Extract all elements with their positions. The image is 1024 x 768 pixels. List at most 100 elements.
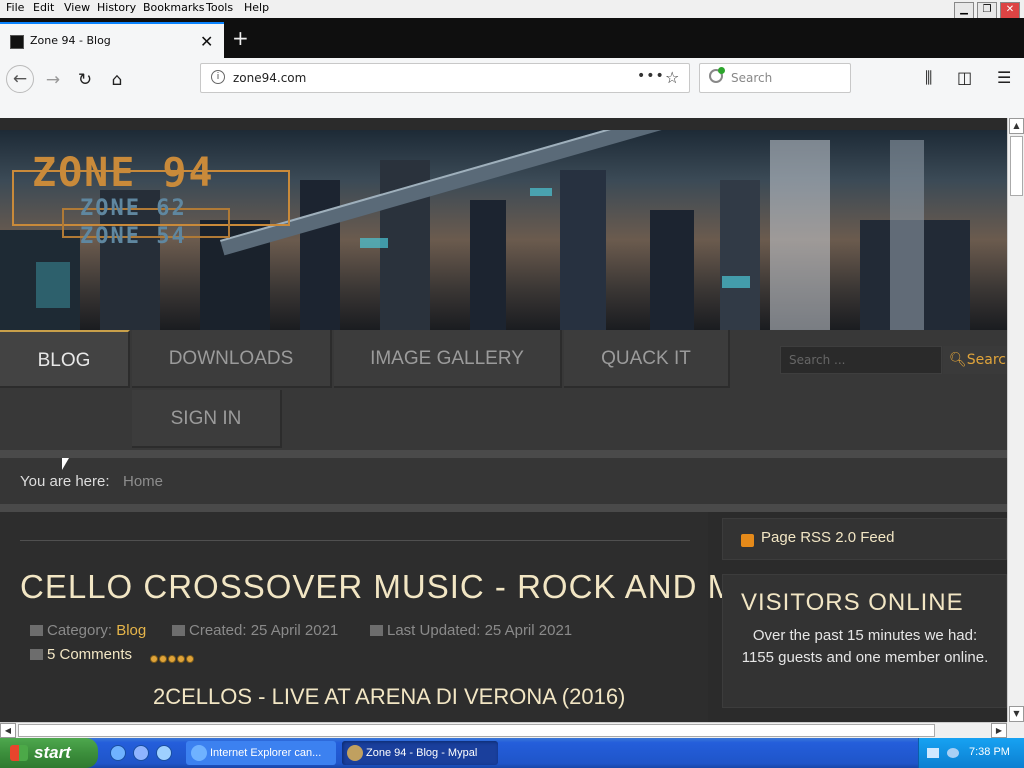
browser-search-box[interactable]: Search: [699, 63, 851, 93]
article-updated: Last Updated: 25 April 2021: [370, 622, 572, 639]
breadcrumb: You are here: Home: [0, 458, 1007, 504]
logo-zone-62: ZONE 62: [80, 196, 187, 221]
scrollbar-corner: [1007, 722, 1024, 738]
volume-tray-icon[interactable]: [947, 748, 959, 758]
mypal-icon: [347, 745, 363, 761]
site-info-icon[interactable]: i: [211, 70, 225, 84]
vertical-scrollbar[interactable]: ▲ ▼: [1007, 118, 1024, 722]
rss-feed-link[interactable]: Page RSS 2.0 Feed: [761, 529, 894, 546]
rss-feed-module: Page RSS 2.0 Feed: [722, 518, 1007, 560]
menu-edit[interactable]: Edit: [33, 1, 54, 14]
url-text[interactable]: zone94.com: [233, 71, 306, 85]
nav-image-gallery[interactable]: IMAGE GALLERY: [334, 330, 562, 388]
task-mypal[interactable]: Zone 94 - Blog - Mypal: [342, 741, 498, 765]
menu-bookmarks[interactable]: Bookmarks: [143, 1, 204, 14]
menu-file[interactable]: File: [6, 1, 24, 14]
scroll-right-arrow-icon[interactable]: ▶: [991, 723, 1007, 738]
horizontal-scroll-thumb[interactable]: [18, 724, 935, 737]
menu-help[interactable]: Help: [244, 1, 269, 14]
calendar-icon: [172, 625, 185, 636]
new-tab-button[interactable]: +: [232, 28, 249, 48]
site-search-input[interactable]: Search ...: [780, 346, 942, 374]
forward-button[interactable]: →: [40, 67, 66, 93]
reload-button[interactable]: ↻: [72, 67, 98, 93]
site-logo[interactable]: ZONE 94: [32, 150, 215, 196]
article-subtitle: 2CELLOS - LIVE AT ARENA DI VERONA (2016): [153, 684, 626, 709]
banner-building: [300, 180, 340, 330]
start-button[interactable]: start: [0, 738, 98, 768]
library-icon[interactable]: ⫼: [925, 68, 932, 88]
banner-glow: [530, 188, 552, 196]
logo-zone-54: ZONE 54: [80, 224, 187, 249]
calendar-edit-icon: [370, 625, 383, 636]
nav-quack-it[interactable]: QUACK IT: [564, 330, 730, 388]
divider: [0, 504, 1007, 512]
menu-tools[interactable]: Tools: [206, 1, 233, 14]
banner-glow: [360, 238, 388, 248]
browser-quicklaunch-icon[interactable]: [156, 745, 172, 761]
divider: [0, 450, 1007, 458]
sidebar-toggle-icon[interactable]: ◫: [957, 68, 972, 87]
scroll-left-arrow-icon[interactable]: ◀: [0, 723, 16, 738]
site-banner-image: ZONE 94 ZONE 62 ZONE 54: [0, 130, 1007, 330]
rating-star-icon[interactable]: [186, 655, 194, 663]
breadcrumb-home: Home: [123, 473, 164, 490]
article-rule: [20, 540, 690, 541]
restore-button[interactable]: ❐: [977, 2, 997, 19]
nav-sign-in[interactable]: SIGN IN: [132, 390, 282, 448]
vertical-scroll-thumb[interactable]: [1010, 136, 1023, 196]
site-favicon-icon: [10, 35, 24, 49]
banner-building: [890, 140, 924, 330]
banner-glow: [36, 262, 70, 308]
keyboard-tray-icon[interactable]: [927, 748, 939, 758]
visitors-title: VISITORS ONLINE: [741, 589, 964, 616]
navigation-toolbar: ← → ↻ ⌂ i zone94.com ••• ☆ Search ⫼ ◫ ☰: [0, 58, 1024, 118]
rating-stars[interactable]: [150, 648, 195, 667]
site-search-button[interactable]: 🔍︎Search: [943, 346, 1007, 374]
banner-building: [650, 210, 694, 330]
bookmark-star-icon[interactable]: ☆: [665, 68, 679, 87]
minimize-button[interactable]: ▁: [954, 2, 974, 19]
menu-view[interactable]: View: [64, 1, 90, 14]
tab-zone94-blog[interactable]: Zone 94 - Blog ✕: [0, 22, 224, 58]
scroll-down-arrow-icon[interactable]: ▼: [1009, 706, 1024, 722]
page-actions-icon[interactable]: •••: [637, 68, 665, 84]
tab-title: Zone 94 - Blog: [30, 34, 111, 47]
system-clock[interactable]: 7:38 PM: [969, 746, 1010, 758]
blog-article: CELLO CROSSOVER MUSIC - ROCK AND METAL C…: [0, 512, 819, 722]
comments-link[interactable]: 5 Comments: [47, 646, 132, 663]
home-button[interactable]: ⌂: [104, 67, 130, 93]
created-date: Created: 25 April 2021: [189, 622, 339, 639]
rating-star-icon[interactable]: [159, 655, 167, 663]
rating-star-icon[interactable]: [168, 655, 176, 663]
back-button[interactable]: ←: [6, 65, 34, 93]
task-internet-explorer[interactable]: Internet Explorer can...: [186, 741, 336, 765]
ie-icon: [191, 745, 207, 761]
scroll-up-arrow-icon[interactable]: ▲: [1009, 118, 1024, 134]
tab-close-icon[interactable]: ✕: [200, 32, 213, 51]
mail-quicklaunch-icon[interactable]: [133, 745, 149, 761]
visitors-online-module: VISITORS ONLINE Over the past 15 minutes…: [722, 574, 1007, 708]
category-label: Category:: [47, 622, 113, 639]
banner-glow: [722, 276, 750, 288]
windows-taskbar: start Internet Explorer can... Zone 94 -…: [0, 738, 1024, 768]
rating-star-icon[interactable]: [177, 655, 185, 663]
task-label: Internet Explorer can...: [210, 747, 322, 759]
system-tray: 7:38 PM: [918, 738, 1024, 768]
menu-history[interactable]: History: [97, 1, 136, 14]
hamburger-menu-icon[interactable]: ☰: [997, 68, 1011, 87]
close-window-button[interactable]: ✕: [1000, 2, 1020, 19]
nav-blog[interactable]: BLOG: [0, 330, 130, 388]
comment-icon: [30, 649, 43, 660]
nav-downloads[interactable]: DOWNLOADS: [132, 330, 332, 388]
main-navigation: BLOG DOWNLOADS IMAGE GALLERY QUACK IT SI…: [0, 330, 1007, 450]
updated-date: Last Updated: 25 April 2021: [387, 622, 573, 639]
breadcrumb-label: You are here:: [20, 473, 110, 490]
article-title[interactable]: CELLO CROSSOVER MUSIC - ROCK AND METAL: [20, 568, 820, 606]
address-bar[interactable]: i zone94.com ••• ☆: [200, 63, 690, 93]
category-link[interactable]: Blog: [116, 622, 146, 639]
rating-star-icon[interactable]: [150, 655, 158, 663]
ie-quicklaunch-icon[interactable]: [110, 745, 126, 761]
banner-building: [770, 140, 830, 330]
horizontal-scrollbar[interactable]: ◀ ▶: [0, 722, 1007, 738]
